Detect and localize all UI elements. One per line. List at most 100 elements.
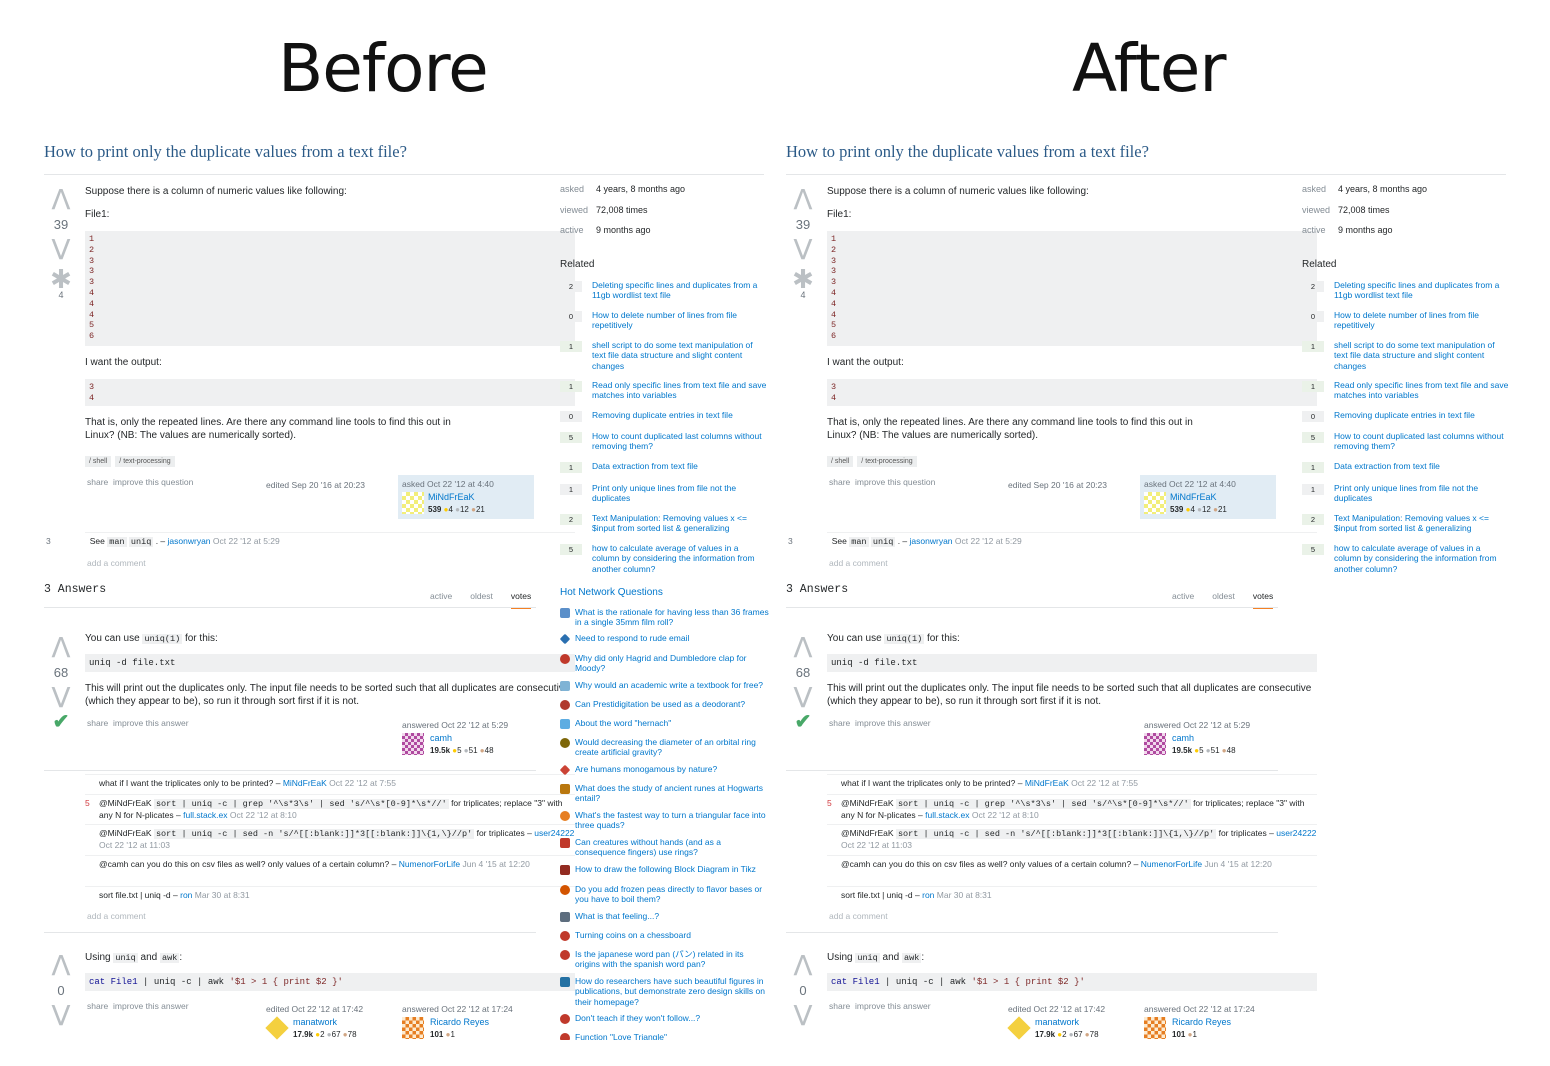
share-link[interactable]: share xyxy=(87,477,108,487)
answer2-user-name[interactable]: Ricardo Reyes xyxy=(430,1017,489,1028)
improve-answer-link[interactable]: improve this answer xyxy=(113,1001,189,1011)
tag-shell[interactable]: / shell xyxy=(827,456,854,467)
comment-user[interactable]: jasonwryan xyxy=(910,536,953,546)
tag-text-processing[interactable]: / text-processing xyxy=(857,456,917,467)
tab-active[interactable]: active xyxy=(430,591,452,601)
question-intro: Suppose there is a column of numeric val… xyxy=(85,186,347,197)
avatar[interactable] xyxy=(265,1016,289,1040)
downvote-icon[interactable]: V xyxy=(44,684,78,712)
question-title[interactable]: How to print only the duplicate values f… xyxy=(44,142,407,162)
comment-user[interactable]: MiNdFrEaK xyxy=(283,778,327,788)
comment-score: 3 xyxy=(46,536,51,546)
add-comment-link[interactable]: add a comment xyxy=(87,911,146,921)
avatar[interactable] xyxy=(1007,1016,1031,1040)
answer1-comment: what if I want the triplicates only to b… xyxy=(827,774,1317,789)
avatar[interactable] xyxy=(1144,1017,1166,1039)
share-link[interactable]: share xyxy=(829,1001,850,1011)
improve-answer-link[interactable]: improve this answer xyxy=(855,718,931,728)
improve-answer-link[interactable]: improve this answer xyxy=(113,718,189,728)
add-comment-link[interactable]: add a comment xyxy=(829,558,888,568)
answer-sort-tabs: active oldest votes xyxy=(1154,591,1274,609)
avatar[interactable] xyxy=(402,492,424,514)
add-comment-link[interactable]: add a comment xyxy=(87,558,146,568)
favorite-count: 4 xyxy=(800,290,806,300)
comment-user[interactable]: ron xyxy=(922,890,934,900)
comment-user[interactable]: full.stack.ex xyxy=(925,810,969,820)
improve-question-link[interactable]: improve this question xyxy=(113,477,193,487)
comment-user[interactable]: NumenorForLife xyxy=(399,859,460,869)
comment-user[interactable]: NumenorForLife xyxy=(1141,859,1202,869)
comment-user[interactable]: user24222 xyxy=(534,828,574,838)
add-comment-link[interactable]: add a comment xyxy=(829,911,888,921)
tab-oldest[interactable]: oldest xyxy=(470,591,493,601)
file-code-block: 1 2 3 3 3 4 4 4 5 6 xyxy=(827,231,1317,346)
upvote-icon[interactable]: Λ xyxy=(44,186,78,214)
share-link[interactable]: share xyxy=(87,718,108,728)
comment-score: 5 xyxy=(85,798,90,808)
comment-user[interactable]: jasonwryan xyxy=(168,536,211,546)
comment-user[interactable]: user24222 xyxy=(1276,828,1316,838)
site-icon xyxy=(560,977,570,987)
question-owner-card: asked Oct 22 '12 at 4:40 MiNdFrEaK 539 ●… xyxy=(1140,475,1276,519)
upvote-icon[interactable]: Λ xyxy=(786,186,820,214)
hnq-header[interactable]: Hot Network Questions xyxy=(560,587,663,598)
answer1-code-block: uniq -d file.txt xyxy=(827,654,1317,672)
stat-active: active 9 months ago xyxy=(1302,225,1393,235)
avatar[interactable] xyxy=(402,1017,424,1039)
asked-time: asked Oct 22 '12 at 4:40 xyxy=(402,479,494,489)
question-edited-info[interactable]: edited Sep 20 '16 at 20:23 xyxy=(1008,480,1107,491)
answer1-comment: sort file.txt | uniq -d – ron Mar 30 at … xyxy=(85,886,575,901)
tag-shell[interactable]: / shell xyxy=(85,456,112,467)
answer1-user-name[interactable]: camh xyxy=(430,733,452,744)
answer1-owner-card: answered Oct 22 '12 at 5:29 camh 19.5k ●… xyxy=(402,720,538,755)
share-link[interactable]: share xyxy=(829,718,850,728)
site-icon xyxy=(560,1033,570,1040)
file-line: 3 xyxy=(831,255,837,266)
edited-time[interactable]: edited Oct 22 '12 at 17:42 xyxy=(266,1004,396,1015)
downvote-icon[interactable]: V xyxy=(786,1002,820,1030)
answer2-editor-name[interactable]: manatwork xyxy=(293,1017,337,1028)
question-vote-cell: Λ 39 V ✱ 4 xyxy=(44,186,78,301)
answer1-user-name[interactable]: camh xyxy=(1172,733,1194,744)
edited-time[interactable]: edited Oct 22 '12 at 17:42 xyxy=(1008,1004,1138,1015)
question-user-rep: 539 ●4 ●12 ●21 xyxy=(428,505,485,514)
share-link[interactable]: share xyxy=(829,477,850,487)
tag-text-processing[interactable]: / text-processing xyxy=(115,456,175,467)
site-icon xyxy=(560,931,570,941)
question-user-rep: 539 ●4 ●12 ●21 xyxy=(1170,505,1227,514)
question-title[interactable]: How to print only the duplicate values f… xyxy=(786,142,1149,162)
upvote-icon[interactable]: Λ xyxy=(786,952,820,980)
answer2-owner-card: answered Oct 22 '12 at 17:24 Ricardo Rey… xyxy=(402,1004,538,1039)
question-owner-card: asked Oct 22 '12 at 4:40 MiNdFrEaK 539 ●… xyxy=(398,475,534,519)
tab-active[interactable]: active xyxy=(1172,591,1194,601)
avatar[interactable] xyxy=(1144,733,1166,755)
question-edited-info[interactable]: edited Sep 20 '16 at 20:23 xyxy=(266,480,365,491)
answer2-editor-name[interactable]: manatwork xyxy=(1035,1017,1079,1028)
avatar[interactable] xyxy=(402,733,424,755)
favorite-star-icon[interactable]: ✱ xyxy=(786,266,820,292)
title-divider xyxy=(786,174,1506,175)
comment-user[interactable]: full.stack.ex xyxy=(183,810,227,820)
improve-answer-link[interactable]: improve this answer xyxy=(855,1001,931,1011)
comment-user[interactable]: MiNdFrEaK xyxy=(1025,778,1069,788)
comment-user[interactable]: ron xyxy=(180,890,192,900)
downvote-icon[interactable]: V xyxy=(786,684,820,712)
share-link[interactable]: share xyxy=(87,1001,108,1011)
downvote-icon[interactable]: V xyxy=(786,236,820,264)
answer2-code-block: cat File1 | uniq -c | awk '$1 > 1 { prin… xyxy=(827,973,1317,991)
downvote-icon[interactable]: V xyxy=(44,236,78,264)
upvote-icon[interactable]: Λ xyxy=(44,634,78,662)
answer1-comment: @camh can you do this on csv files as we… xyxy=(827,855,1317,870)
question-user-name[interactable]: MiNdFrEaK xyxy=(1170,492,1217,503)
downvote-icon[interactable]: V xyxy=(44,1002,78,1030)
upvote-icon[interactable]: Λ xyxy=(44,952,78,980)
improve-question-link[interactable]: improve this question xyxy=(855,477,935,487)
want-output-text: I want the output: xyxy=(85,357,162,368)
favorite-star-icon[interactable]: ✱ xyxy=(44,266,78,292)
upvote-icon[interactable]: Λ xyxy=(786,634,820,662)
site-icon xyxy=(560,608,570,618)
answer2-user-name[interactable]: Ricardo Reyes xyxy=(1172,1017,1231,1028)
question-user-name[interactable]: MiNdFrEaK xyxy=(428,492,475,503)
tab-oldest[interactable]: oldest xyxy=(1212,591,1235,601)
avatar[interactable] xyxy=(1144,492,1166,514)
